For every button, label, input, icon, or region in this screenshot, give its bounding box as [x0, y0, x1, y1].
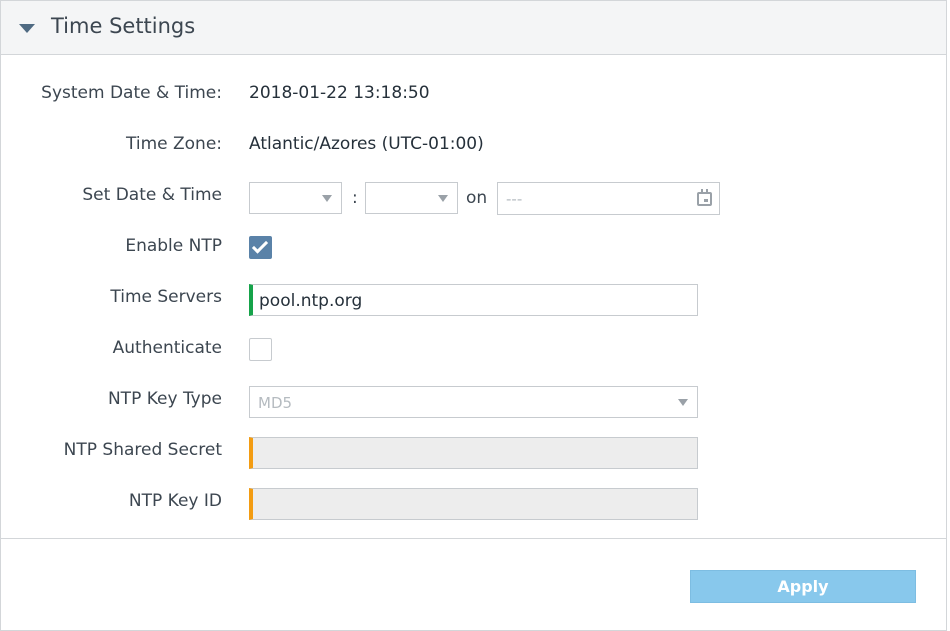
time-settings-panel: Time Settings System Date & Time: 2018-0…: [0, 0, 947, 631]
collapse-triangle-icon[interactable]: [19, 24, 35, 33]
panel-title: Time Settings: [51, 14, 196, 38]
time-servers-input[interactable]: pool.ntp.org: [249, 284, 698, 316]
system-date-time-label: System Date & Time:: [41, 83, 222, 103]
footer-divider: [1, 538, 946, 539]
system-date-time-value: 2018-01-22 13:18:50: [249, 83, 430, 103]
calendar-icon[interactable]: [697, 189, 712, 206]
authenticate-label: Authenticate: [112, 338, 222, 358]
chevron-down-icon: [438, 195, 448, 202]
date-placeholder: ---: [506, 190, 523, 208]
time-zone-value: Atlantic/Azores (UTC-01:00): [249, 134, 484, 154]
ntp-key-type-value: MD5: [258, 394, 293, 412]
authenticate-checkbox[interactable]: [249, 338, 272, 361]
checkmark-icon: [251, 237, 269, 254]
time-servers-label: Time Servers: [110, 287, 222, 307]
ntp-shared-secret-input[interactable]: [249, 437, 698, 469]
ntp-shared-secret-label: NTP Shared Secret: [63, 440, 222, 460]
time-zone-label: Time Zone:: [125, 134, 222, 154]
ntp-key-id-input[interactable]: [249, 488, 698, 520]
enable-ntp-checkbox[interactable]: [249, 236, 272, 259]
panel-header[interactable]: Time Settings: [1, 1, 946, 55]
ntp-key-id-label: NTP Key ID: [128, 491, 222, 511]
enable-ntp-label: Enable NTP: [125, 236, 222, 256]
chevron-down-icon: [322, 195, 332, 202]
on-label: on: [466, 188, 488, 208]
ntp-key-type-label: NTP Key Type: [107, 389, 222, 409]
time-separator: :: [352, 188, 358, 208]
apply-button[interactable]: Apply: [690, 570, 916, 603]
chevron-down-icon: [678, 399, 688, 406]
date-picker-input[interactable]: ---: [497, 182, 720, 215]
ntp-key-type-select[interactable]: MD5: [249, 386, 698, 418]
set-date-time-label: Set Date & Time: [82, 185, 222, 205]
hour-select[interactable]: [249, 182, 342, 214]
time-servers-value: pool.ntp.org: [259, 291, 363, 311]
minute-select[interactable]: [365, 182, 458, 214]
